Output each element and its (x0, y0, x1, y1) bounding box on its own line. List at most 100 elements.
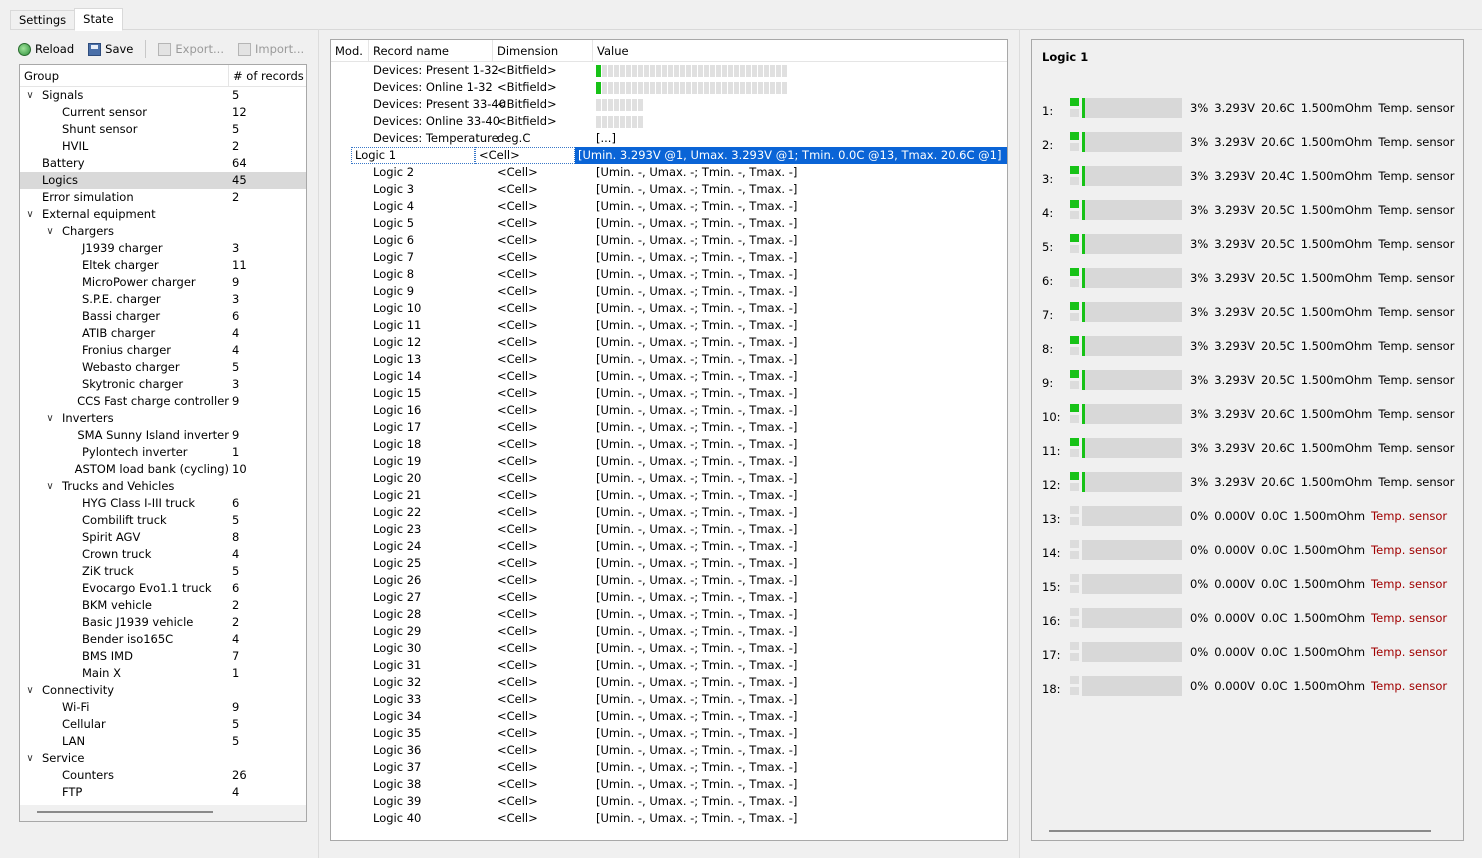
table-row[interactable]: Logic 39 <Cell> [Umin. -, Umax. -; Tmin. -… (331, 793, 1007, 810)
group-column-header[interactable]: Group (20, 65, 229, 86)
tree-row[interactable]: ZiK truck 5 (20, 563, 306, 580)
tree-row[interactable]: Combilift truck 5 (20, 512, 306, 529)
table-row[interactable]: Logic 10 <Cell> [Umin. -, Umax. -; Tmin. -… (331, 300, 1007, 317)
tree-row[interactable]: Battery 64 (20, 155, 306, 172)
tab-settings[interactable]: Settings (10, 10, 76, 30)
table-row[interactable]: Logic 22 <Cell> [Umin. -, Umax. -; Tmin. -… (331, 504, 1007, 521)
table-row[interactable]: Devices: Online 1-32 <Bitfield> (331, 79, 1007, 96)
tree-row[interactable]: Logics 45 (20, 172, 306, 189)
reload-button[interactable]: Reload (12, 39, 80, 59)
table-row[interactable]: Logic 15 <Cell> [Umin. -, Umax. -; Tmin. -… (331, 385, 1007, 402)
tree-row[interactable]: ∨ Trucks and Vehicles (20, 478, 306, 495)
tab-state[interactable]: State (74, 8, 123, 31)
save-button[interactable]: Save (82, 39, 139, 59)
table-row[interactable]: Logic 7 <Cell> [Umin. -, Umax. -; Tmin. -,… (331, 249, 1007, 266)
table-row[interactable]: Logic 27 <Cell> [Umin. -, Umax. -; Tmin. -… (331, 589, 1007, 606)
table-row[interactable]: Logic 20 <Cell> [Umin. -, Umax. -; Tmin. -… (331, 470, 1007, 487)
table-row[interactable]: Logic 21 <Cell> [Umin. -, Umax. -; Tmin. -… (331, 487, 1007, 504)
tree-row[interactable]: Shunt sensor 5 (20, 121, 306, 138)
splitter-right[interactable] (1019, 29, 1020, 858)
tree-row[interactable]: CCS Fast charge controller 9 (20, 393, 306, 410)
splitter-left[interactable] (318, 29, 319, 858)
table-row[interactable]: Logic 31 <Cell> [Umin. -, Umax. -; Tmin. -… (331, 657, 1007, 674)
tree-row[interactable]: Bender iso165C 4 (20, 631, 306, 648)
table-row[interactable]: Logic 38 <Cell> [Umin. -, Umax. -; Tmin. -… (331, 776, 1007, 793)
table-row[interactable]: Logic 18 <Cell> [Umin. -, Umax. -; Tmin. -… (331, 436, 1007, 453)
tree-row[interactable]: HYG Class I-III truck 6 (20, 495, 306, 512)
tree-row[interactable]: Spirit AGV 8 (20, 529, 306, 546)
chevron-down-icon[interactable]: ∨ (24, 87, 36, 104)
tree-row[interactable]: Fronius charger 4 (20, 342, 306, 359)
tree-row[interactable]: Counters 26 (20, 767, 306, 784)
table-row[interactable]: Logic 6 <Cell> [Umin. -, Umax. -; Tmin. -,… (331, 232, 1007, 249)
table-row[interactable]: Logic 28 <Cell> [Umin. -, Umax. -; Tmin. -… (331, 606, 1007, 623)
table-row[interactable]: Logic 9 <Cell> [Umin. -, Umax. -; Tmin. -,… (331, 283, 1007, 300)
tree-row[interactable]: Main X 1 (20, 665, 306, 682)
tree-row[interactable]: S.P.E. charger 3 (20, 291, 306, 308)
table-row[interactable]: Logic 34 <Cell> [Umin. -, Umax. -; Tmin. -… (331, 708, 1007, 725)
chevron-down-icon[interactable]: ∨ (24, 750, 36, 767)
tree-row[interactable]: Evocargo Evo1.1 truck 6 (20, 580, 306, 597)
record-name-column-header[interactable]: Record name (369, 40, 493, 61)
tree-row[interactable]: MicroPower charger 9 (20, 274, 306, 291)
table-row[interactable]: Logic 2 <Cell> [Umin. -, Umax. -; Tmin. -,… (331, 164, 1007, 181)
tree-row[interactable]: ∨ Service (20, 750, 306, 767)
export-button[interactable]: Export... (152, 39, 230, 59)
tree-row[interactable]: ∨ Inverters (20, 410, 306, 427)
table-row[interactable]: Logic 19 <Cell> [Umin. -, Umax. -; Tmin. -… (331, 453, 1007, 470)
table-row[interactable]: Logic 14 <Cell> [Umin. -, Umax. -; Tmin. -… (331, 368, 1007, 385)
tree-row[interactable]: Basic J1939 vehicle 2 (20, 614, 306, 631)
tree-row[interactable]: Current sensor 12 (20, 104, 306, 121)
group-tree[interactable]: Group # of records ∨ Signals 5 Current sens… (19, 64, 307, 822)
logic-panel-hscrollbar[interactable] (1049, 830, 1431, 832)
chevron-down-icon[interactable]: ∨ (44, 223, 56, 240)
tree-row[interactable]: Crown truck 4 (20, 546, 306, 563)
table-row[interactable]: Devices: Online 33-40 <Bitfield> (331, 113, 1007, 130)
table-row[interactable]: Devices: Present 33-40 <Bitfield> (331, 96, 1007, 113)
tree-row[interactable]: Wi-Fi 9 (20, 699, 306, 716)
tree-row[interactable]: ∨ Signals 5 (20, 87, 306, 104)
table-row[interactable]: Logic 30 <Cell> [Umin. -, Umax. -; Tmin. -… (331, 640, 1007, 657)
table-row[interactable]: Logic 5 <Cell> [Umin. -, Umax. -; Tmin. -,… (331, 215, 1007, 232)
table-row[interactable]: Logic 33 <Cell> [Umin. -, Umax. -; Tmin. -… (331, 691, 1007, 708)
table-row[interactable]: Logic 23 <Cell> [Umin. -, Umax. -; Tmin. -… (331, 521, 1007, 538)
tree-row[interactable]: Webasto charger 5 (20, 359, 306, 376)
table-row[interactable]: Logic 26 <Cell> [Umin. -, Umax. -; Tmin. -… (331, 572, 1007, 589)
tree-row[interactable]: Pylontech inverter 1 (20, 444, 306, 461)
group-tree-hscrollbar[interactable] (37, 811, 213, 813)
table-row[interactable]: Logic 32 <Cell> [Umin. -, Umax. -; Tmin. -… (331, 674, 1007, 691)
table-row[interactable]: Logic 13 <Cell> [Umin. -, Umax. -; Tmin. -… (331, 351, 1007, 368)
tree-row[interactable]: ∨ Chargers (20, 223, 306, 240)
import-button[interactable]: Import... (232, 39, 310, 59)
table-row[interactable]: Logic 17 <Cell> [Umin. -, Umax. -; Tmin. -… (331, 419, 1007, 436)
tree-row[interactable]: SMA Sunny Island inverter 9 (20, 427, 306, 444)
tree-row[interactable]: Eltek charger 11 (20, 257, 306, 274)
tree-row[interactable]: Bassi charger 6 (20, 308, 306, 325)
chevron-down-icon[interactable]: ∨ (44, 478, 56, 495)
table-row[interactable]: Logic 29 <Cell> [Umin. -, Umax. -; Tmin. -… (331, 623, 1007, 640)
tree-row[interactable]: ∨ External equipment (20, 206, 306, 223)
records-table[interactable]: Mod. Record name Dimension Value Devices… (330, 39, 1008, 841)
table-row[interactable]: Logic 1 <Cell> [Umin. 3.293V @1, Umax. 3.2… (351, 147, 1007, 164)
table-row[interactable]: Logic 37 <Cell> [Umin. -, Umax. -; Tmin. -… (331, 759, 1007, 776)
tree-row[interactable]: Error simulation 2 (20, 189, 306, 206)
tree-row[interactable]: LAN 5 (20, 733, 306, 750)
table-row[interactable]: Logic 8 <Cell> [Umin. -, Umax. -; Tmin. -,… (331, 266, 1007, 283)
table-row[interactable]: Logic 11 <Cell> [Umin. -, Umax. -; Tmin. -… (331, 317, 1007, 334)
table-row[interactable]: Logic 3 <Cell> [Umin. -, Umax. -; Tmin. -,… (331, 181, 1007, 198)
table-row[interactable]: Devices: Present 1-32 <Bitfield> (331, 62, 1007, 79)
table-row[interactable]: Devices: Temperature deg.C [...] (331, 130, 1007, 147)
dimension-column-header[interactable]: Dimension (493, 40, 593, 61)
table-row[interactable]: Logic 16 <Cell> [Umin. -, Umax. -; Tmin. -… (331, 402, 1007, 419)
tree-row[interactable]: FTP 4 (20, 784, 306, 801)
tree-row[interactable]: ATIB charger 4 (20, 325, 306, 342)
table-row[interactable]: Logic 35 <Cell> [Umin. -, Umax. -; Tmin. -… (331, 725, 1007, 742)
tree-row[interactable]: HVIL 2 (20, 138, 306, 155)
chevron-down-icon[interactable]: ∨ (24, 206, 36, 223)
table-row[interactable]: Logic 25 <Cell> [Umin. -, Umax. -; Tmin. -… (331, 555, 1007, 572)
mod-column-header[interactable]: Mod. (331, 40, 369, 61)
records-count-column-header[interactable]: # of records (229, 65, 306, 86)
table-row[interactable]: Logic 40 <Cell> [Umin. -, Umax. -; Tmin. -… (331, 810, 1007, 827)
chevron-down-icon[interactable]: ∨ (44, 410, 56, 427)
tree-row[interactable]: BKM vehicle 2 (20, 597, 306, 614)
